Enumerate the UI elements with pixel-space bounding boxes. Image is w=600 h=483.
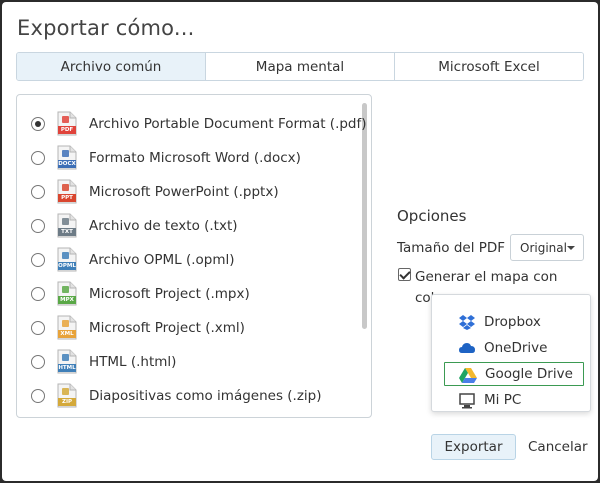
format-option[interactable]: XML Microsoft Project (.xml) xyxy=(17,311,362,345)
dialog-title: Exportar cómo... xyxy=(17,16,195,40)
pdf-size-label: Tamaño del PDF xyxy=(397,240,506,256)
tab-common-file[interactable]: Archivo común xyxy=(17,53,205,80)
format-option[interactable]: MPX Microsoft Project (.mpx) xyxy=(17,277,362,311)
format-badge: HTML xyxy=(58,365,76,371)
format-radio[interactable] xyxy=(31,355,45,369)
format-label: HTML (.html) xyxy=(89,354,177,370)
computer-icon xyxy=(459,393,475,409)
pdf-size-select[interactable]: Original xyxy=(510,234,584,261)
format-label: Microsoft Project (.xml) xyxy=(89,320,245,336)
tab-mind-map[interactable]: Mapa mental xyxy=(205,53,394,80)
export-type-tabs: Archivo común Mapa mental Microsoft Exce… xyxy=(16,52,584,81)
format-badge: MPX xyxy=(60,297,74,303)
format-radio[interactable] xyxy=(31,151,45,165)
format-list: PDF Archivo Portable Document Format (.pd… xyxy=(16,94,372,418)
format-option[interactable]: TXT Archivo de texto (.txt) xyxy=(17,209,362,243)
destination-label: Google Drive xyxy=(485,366,573,382)
format-badge: XML xyxy=(60,331,74,337)
format-badge: PPT xyxy=(61,195,73,201)
format-radio[interactable] xyxy=(31,219,45,233)
format-option[interactable]: PDF Archivo Portable Document Format (.pd… xyxy=(17,107,367,141)
format-label: Archivo de texto (.txt) xyxy=(89,218,238,234)
format-label: Archivo OPML (.opml) xyxy=(89,252,235,268)
format-option[interactable]: ZIP Diapositivas como imágenes (.zip) xyxy=(17,379,362,413)
destination-dropbox[interactable]: Dropbox xyxy=(444,310,584,334)
tab-excel[interactable]: Microsoft Excel xyxy=(394,53,583,80)
pdf-size-value: Original xyxy=(520,240,567,255)
background-color-checkbox[interactable] xyxy=(398,268,411,281)
format-radio[interactable] xyxy=(31,185,45,199)
format-label: Archivo Portable Document Format (.pdf) xyxy=(89,116,367,132)
format-badge: PDF xyxy=(60,127,74,133)
chevron-down-icon xyxy=(567,246,575,250)
format-option[interactable]: PPT Microsoft PowerPoint (.pptx) xyxy=(17,175,362,209)
format-label: Diapositivas como imágenes (.zip) xyxy=(89,388,322,404)
format-label: Microsoft PowerPoint (.pptx) xyxy=(89,184,279,200)
format-radio[interactable] xyxy=(31,321,45,335)
format-radio[interactable] xyxy=(31,287,45,301)
options-heading: Opciones xyxy=(397,207,467,225)
cancel-button[interactable]: Cancelar xyxy=(528,434,588,460)
format-label: Microsoft Project (.mpx) xyxy=(89,286,250,302)
format-list-scrollbar[interactable] xyxy=(362,103,367,329)
destination-label: OneDrive xyxy=(484,340,548,356)
onedrive-icon xyxy=(459,343,475,353)
export-destination-menu: Dropbox OneDrive Google Drive Mi PC xyxy=(431,294,591,412)
format-radio[interactable] xyxy=(31,389,45,403)
format-option[interactable]: OPML Archivo OPML (.opml) xyxy=(17,243,362,277)
format-radio[interactable] xyxy=(31,253,45,267)
format-badge: TXT xyxy=(61,229,73,235)
dropbox-icon xyxy=(459,315,475,330)
google-drive-icon xyxy=(459,368,477,383)
format-radio[interactable] xyxy=(31,117,45,131)
destination-google-drive[interactable]: Google Drive xyxy=(444,362,584,386)
format-badge: DOCX xyxy=(58,161,76,167)
destination-computer[interactable]: Mi PC xyxy=(444,388,584,412)
format-badge: ZIP xyxy=(61,399,73,405)
destination-onedrive[interactable]: OneDrive xyxy=(444,336,584,360)
format-option[interactable]: HTML HTML (.html) xyxy=(17,345,362,379)
destination-label: Mi PC xyxy=(484,392,522,408)
export-dialog: Exportar cómo... Archivo común Mapa ment… xyxy=(2,2,598,481)
format-badge: OPML xyxy=(58,263,76,269)
format-option[interactable]: DOCX Formato Microsoft Word (.docx) xyxy=(17,141,362,175)
format-label: Formato Microsoft Word (.docx) xyxy=(89,150,301,166)
destination-label: Dropbox xyxy=(484,314,541,330)
export-button[interactable]: Exportar xyxy=(431,434,516,460)
